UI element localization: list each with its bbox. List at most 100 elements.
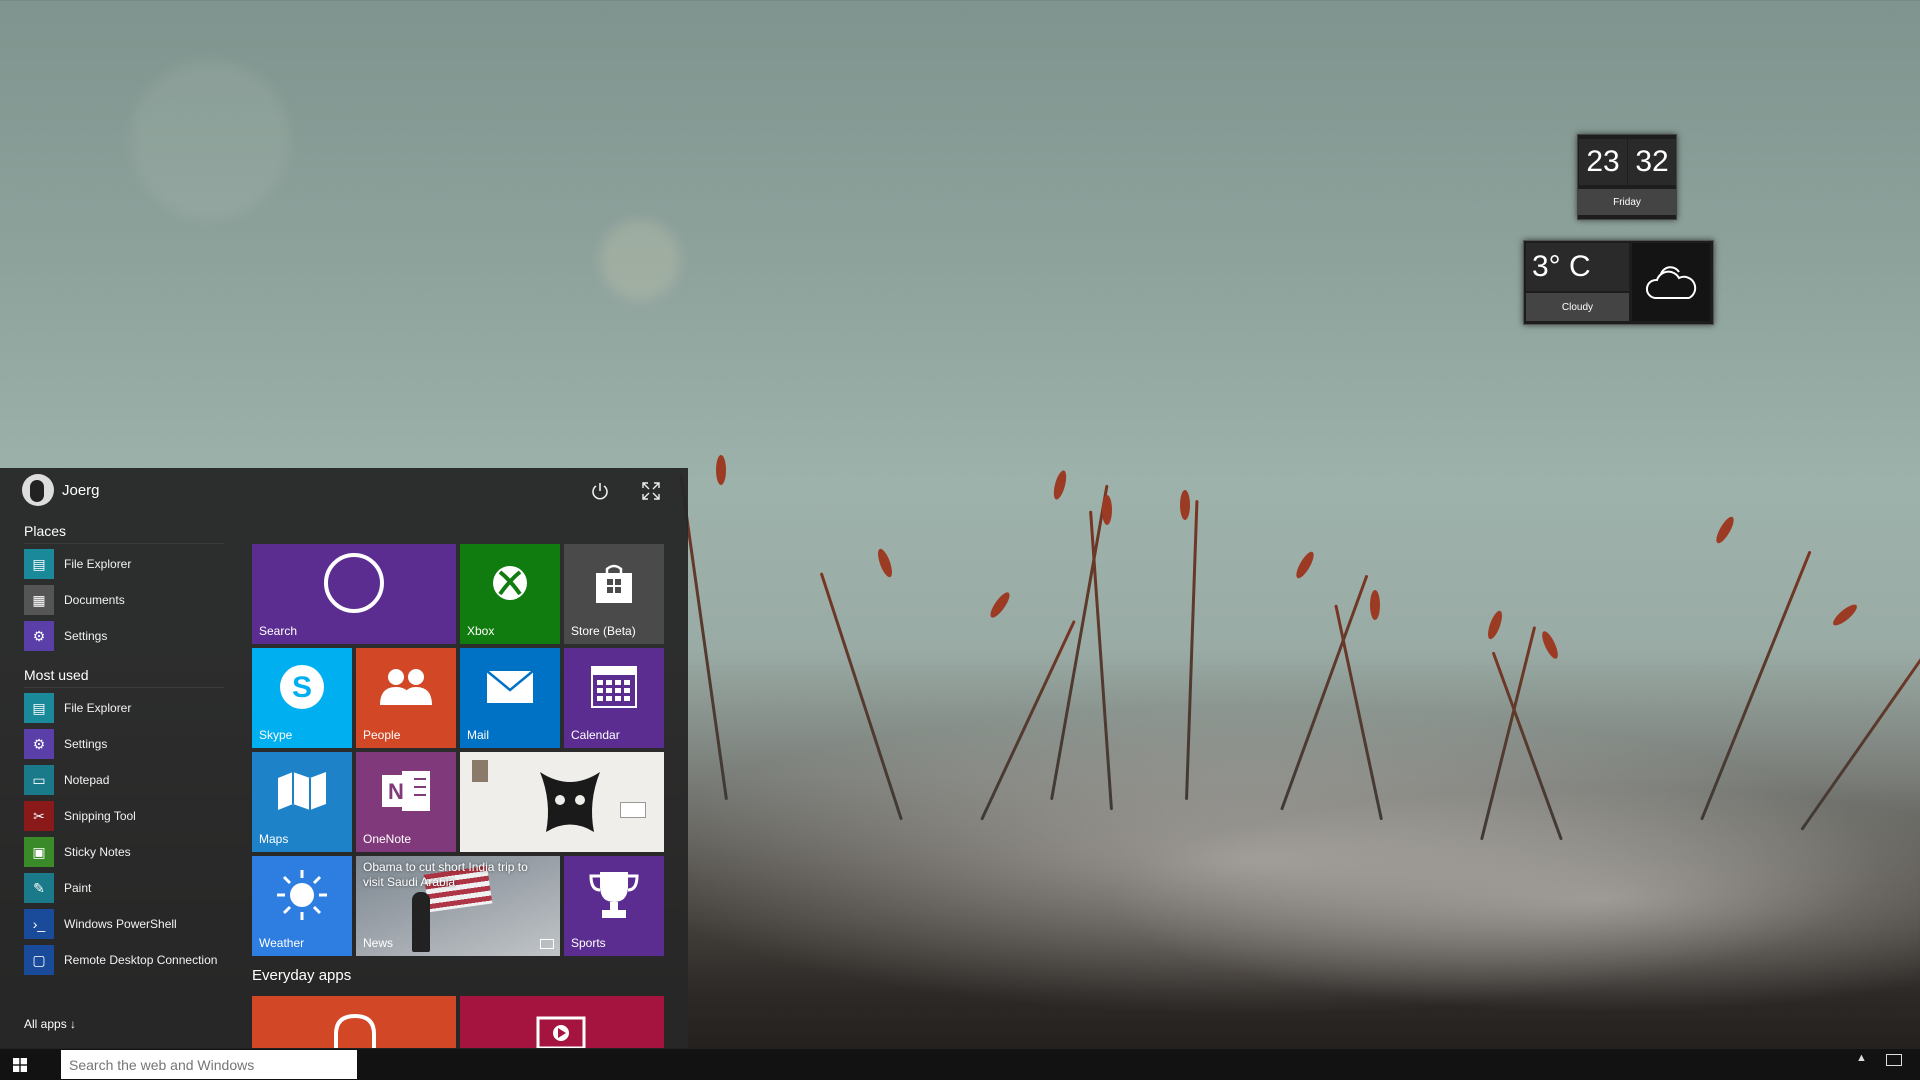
tile-label: Store (Beta) <box>571 624 636 638</box>
gear-icon: ⚙ <box>24 729 54 759</box>
list-item-paint[interactable]: ✎ Paint <box>24 872 244 904</box>
paint-icon: ✎ <box>24 873 54 903</box>
tile-photo[interactable] <box>460 752 664 852</box>
wallpaper-bokeh <box>130 60 290 220</box>
action-center-icon[interactable] <box>1886 1054 1902 1066</box>
cortana-icon <box>252 544 456 622</box>
list-item-label: Settings <box>64 737 108 751</box>
tile-video[interactable] <box>460 996 664 1048</box>
store-icon <box>564 544 664 622</box>
list-item-label: Documents <box>64 593 125 607</box>
tile-weather[interactable]: Weather <box>252 856 352 956</box>
power-button[interactable] <box>585 476 615 506</box>
tile-label: News <box>363 936 394 950</box>
windows-logo-icon <box>13 1057 27 1072</box>
cloud-sun-icon <box>1632 243 1710 321</box>
list-item-settings[interactable]: ⚙ Settings <box>24 620 244 652</box>
people-icon <box>356 648 456 726</box>
tile-news[interactable]: Obama to cut short India trip to visit S… <box>356 856 560 956</box>
clock-gadget[interactable]: 23 32 Friday <box>1577 134 1677 220</box>
tile-label: Mail <box>467 728 490 742</box>
headphones-icon <box>332 1012 378 1048</box>
tile-maps[interactable]: Maps <box>252 752 352 852</box>
tile-label: Xbox <box>467 624 495 638</box>
remote-desktop-icon: ▢ <box>24 945 54 975</box>
svg-text:N: N <box>388 779 404 804</box>
list-item-label: File Explorer <box>64 701 132 715</box>
powershell-icon: ›_ <box>24 909 54 939</box>
clock-hour: 23 <box>1579 139 1627 185</box>
tile-label: OneNote <box>363 832 412 846</box>
list-item-windows-powershell[interactable]: ›_ Windows PowerShell <box>24 908 244 940</box>
expand-button[interactable] <box>636 476 666 506</box>
maps-icon <box>252 752 352 830</box>
chevron-up-icon[interactable]: ▲ <box>1856 1052 1867 1064</box>
list-item-label: File Explorer <box>64 557 132 571</box>
photo-artwork <box>530 762 610 842</box>
trophy-icon <box>564 856 664 934</box>
divider <box>24 543 224 544</box>
news-headline: Obama to cut short India trip to visit S… <box>363 860 528 889</box>
all-apps-link[interactable]: All apps ↓ <box>24 1017 76 1031</box>
tile-mail[interactable]: Mail <box>460 648 560 748</box>
weather-gadget[interactable]: 3° C Cloudy <box>1523 240 1714 325</box>
tile-label: Sports <box>571 936 606 950</box>
tile-sports[interactable]: Sports <box>564 856 664 956</box>
expand-icon <box>642 482 660 500</box>
tile-label: People <box>363 728 401 742</box>
weather-temperature: 3° C <box>1526 243 1629 291</box>
search-input[interactable] <box>67 1055 351 1074</box>
tile-music[interactable] <box>252 996 456 1048</box>
tile-xbox[interactable]: Xbox <box>460 544 560 644</box>
taskbar-search[interactable] <box>61 1050 357 1079</box>
sun-icon <box>252 856 352 934</box>
tile-calendar[interactable]: Calendar <box>564 648 664 748</box>
most-used-heading: Most used <box>24 667 89 683</box>
clock-minute: 32 <box>1628 139 1676 185</box>
photo-device <box>620 802 646 818</box>
folder-icon: ▤ <box>24 693 54 723</box>
sticky-notes-icon: ▣ <box>24 837 54 867</box>
list-item-label: Snipping Tool <box>64 809 136 823</box>
list-item-settings[interactable]: ⚙ Settings <box>24 728 244 760</box>
tile-store[interactable]: Store (Beta) <box>564 544 664 644</box>
tile-onenote[interactable]: N OneNote <box>356 752 456 852</box>
tile-label: Calendar <box>571 728 620 742</box>
start-button[interactable] <box>0 1049 40 1080</box>
gear-icon: ⚙ <box>24 621 54 651</box>
calendar-icon <box>564 648 664 726</box>
mail-icon <box>460 648 560 726</box>
list-item-label: Remote Desktop Connection <box>64 953 218 967</box>
list-item-label: Notepad <box>64 773 110 787</box>
svg-text:S: S <box>292 671 312 704</box>
list-item-label: Settings <box>64 629 108 643</box>
list-item-label: Windows PowerShell <box>64 917 177 931</box>
list-item-sticky-notes[interactable]: ▣ Sticky Notes <box>24 836 244 868</box>
notepad-icon: ▭ <box>24 765 54 795</box>
skype-icon: S <box>252 648 352 726</box>
scissors-icon: ✂ <box>24 801 54 831</box>
user-account[interactable]: Joerg <box>22 474 100 506</box>
list-item-label: Sticky Notes <box>64 845 131 859</box>
avatar <box>22 474 54 506</box>
list-item-documents[interactable]: ▦ Documents <box>24 584 244 616</box>
clock-day: Friday <box>1578 189 1676 215</box>
user-name: Joerg <box>62 481 100 499</box>
video-icon <box>536 1016 586 1048</box>
news-badge-icon <box>540 939 554 949</box>
power-icon <box>592 483 608 500</box>
tile-search[interactable]: Search <box>252 544 456 644</box>
tile-skype[interactable]: S Skype <box>252 648 352 748</box>
list-item-notepad[interactable]: ▭ Notepad <box>24 764 244 796</box>
onenote-icon: N <box>356 752 456 830</box>
tile-label: Weather <box>259 936 305 950</box>
wallpaper-bokeh <box>600 220 680 300</box>
tile-label: Maps <box>259 832 289 846</box>
tile-people[interactable]: People <box>356 648 456 748</box>
list-item-label: Paint <box>64 881 92 895</box>
list-item-file-explorer[interactable]: ▤ File Explorer <box>24 692 244 724</box>
list-item-file-explorer[interactable]: ▤ File Explorer <box>24 548 244 580</box>
list-item-remote-desktop[interactable]: ▢ Remote Desktop Connection <box>24 944 244 976</box>
list-item-snipping-tool[interactable]: ✂ Snipping Tool <box>24 800 244 832</box>
divider <box>24 687 224 688</box>
